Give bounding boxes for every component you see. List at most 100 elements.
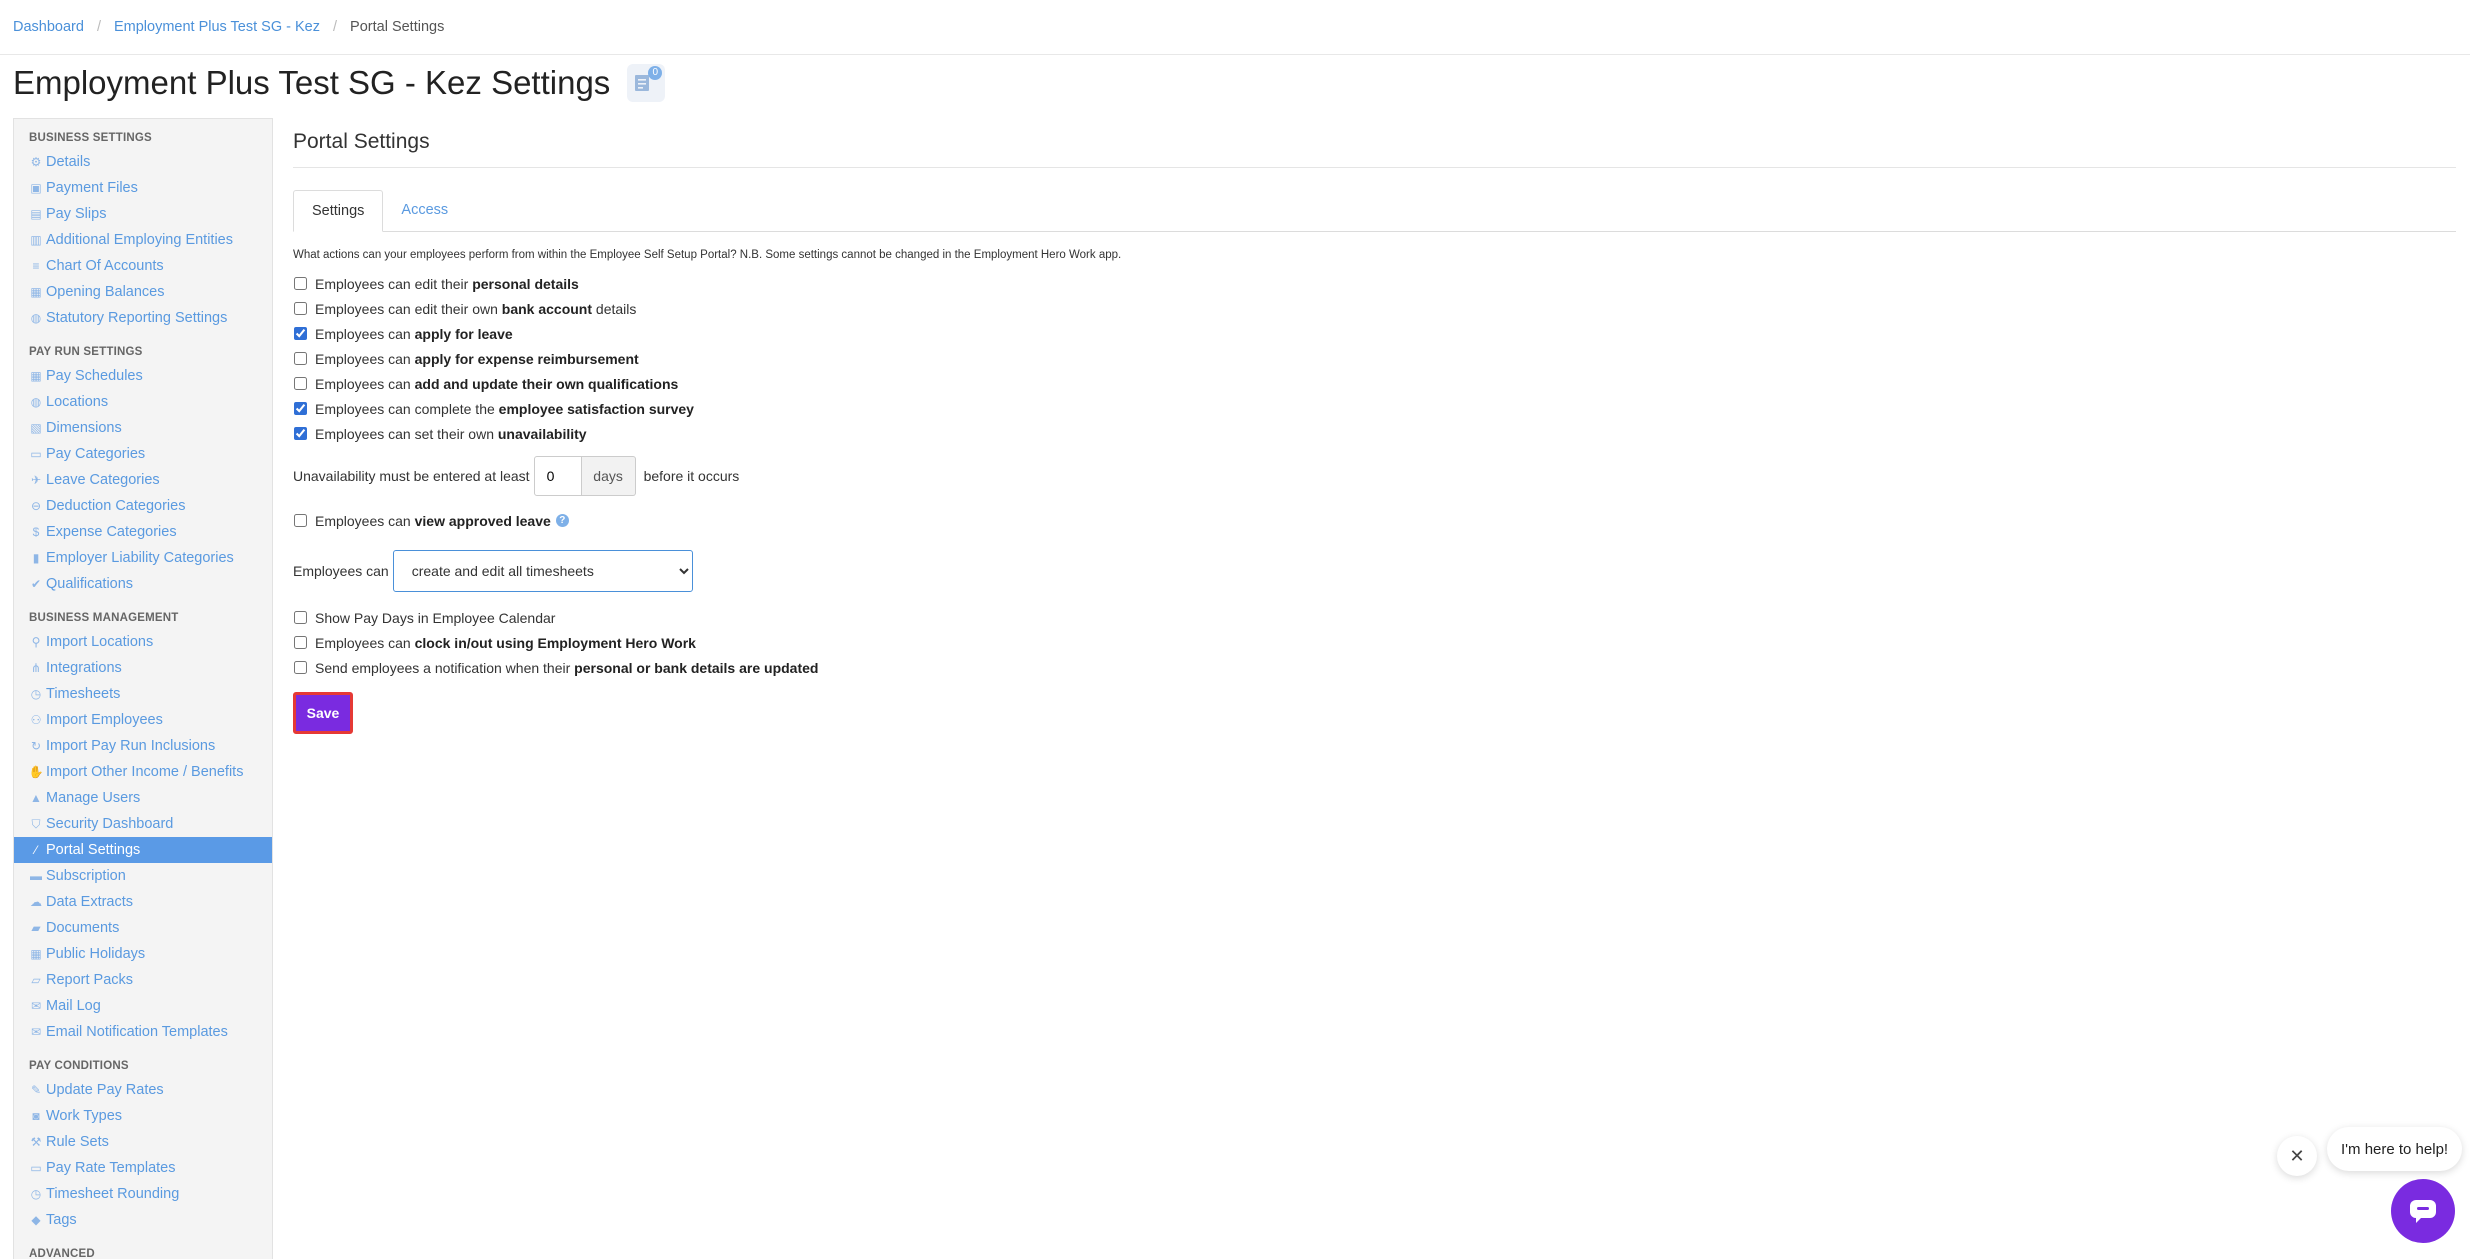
close-icon[interactable]: ✕ xyxy=(2277,1136,2317,1176)
sidebar-item-label: Timesheet Rounding xyxy=(46,1186,180,1202)
sidebar-item-portal-settings[interactable]: ⁄ Portal Settings xyxy=(14,837,272,863)
setting-checkbox[interactable] xyxy=(294,611,307,624)
sidebar-section-title: BUSINESS SETTINGS xyxy=(29,132,152,144)
save-button[interactable]: Save xyxy=(293,692,353,734)
sidebar-item-payment-files[interactable]: ▣ Payment Files xyxy=(14,175,272,201)
help-icon[interactable]: ? xyxy=(555,514,569,527)
sidebar-item-dimensions[interactable]: ▧ Dimensions xyxy=(14,415,272,441)
sidebar-item-email-notification-templates[interactable]: ✉ Email Notification Templates xyxy=(14,1019,272,1045)
setting-checkbox[interactable] xyxy=(294,377,307,390)
sidebar-item-report-packs[interactable]: ▱ Report Packs xyxy=(14,967,272,993)
sidebar-item-data-extracts[interactable]: ☁ Data Extracts xyxy=(14,889,272,915)
sidebar-item-chart-of-accounts[interactable]: ≡ Chart Of Accounts xyxy=(14,253,272,279)
sidebar-item-import-other-income-benefits[interactable]: ✋ Import Other Income / Benefits xyxy=(14,759,272,785)
sidebar-item-locations[interactable]: ◍ Locations xyxy=(14,389,272,415)
chat-message[interactable]: I'm here to help! xyxy=(2327,1127,2463,1171)
sidebar-item-label: Payment Files xyxy=(46,180,138,196)
sidebar-item-label: Work Types xyxy=(46,1108,123,1124)
tab-access[interactable]: Access xyxy=(383,189,466,231)
sidebar-item-additional-employing-entities[interactable]: ▥ Additional Employing Entities xyxy=(14,227,272,253)
gear-icon: ⚙ xyxy=(30,155,42,169)
sidebar-item-documents[interactable]: ▰ Documents xyxy=(14,915,272,941)
sidebar-item-mail-log[interactable]: ✉ Mail Log xyxy=(14,993,272,1019)
setting-row: Employees can add and update their own q… xyxy=(293,371,2456,396)
sidebar-item-statutory-reporting-settings[interactable]: ◍ Statutory Reporting Settings xyxy=(14,305,272,331)
sidebar-item-leave-categories[interactable]: ✈ Leave Categories xyxy=(14,467,272,493)
minus-circle-icon: ⊖ xyxy=(30,499,42,513)
sidebar-item-subscription[interactable]: ▬ Subscription xyxy=(14,863,272,889)
sidebar-item-label: Qualifications xyxy=(46,576,134,592)
refresh-icon: ↻ xyxy=(30,739,42,753)
sidebar-item-label: Import Employees xyxy=(46,712,163,728)
sidebar-item-timesheet-rounding[interactable]: ◷ Timesheet Rounding xyxy=(14,1181,272,1207)
sidebar-item-employer-liability-categories[interactable]: ▮ Employer Liability Categories xyxy=(14,545,272,571)
setting-checkbox[interactable] xyxy=(294,427,307,440)
sidebar-item-pay-categories[interactable]: ▭ Pay Categories xyxy=(14,441,272,467)
sidebar-item-integrations[interactable]: ⋔ Integrations xyxy=(14,655,272,681)
globe-icon: ◍ xyxy=(30,395,42,409)
sidebar-item-label: Employer Liability Categories xyxy=(46,550,234,566)
sidebar-item-security-dashboard[interactable]: ⛉ Security Dashboard xyxy=(14,811,272,837)
breadcrumb-business[interactable]: Employment Plus Test SG - Kez xyxy=(114,19,320,35)
sidebar-item-expense-categories[interactable]: $ Expense Categories xyxy=(14,519,272,545)
pin-icon: ⚲ xyxy=(31,635,41,649)
setting-checkbox[interactable] xyxy=(294,661,307,674)
sidebar-item-label: Additional Employing Entities xyxy=(46,232,233,248)
timesheet-permission-select[interactable]: create and edit all timesheets xyxy=(392,550,693,592)
lock-icon: ▲ xyxy=(30,791,42,805)
setting-label: Show Pay Days in Employee Calendar xyxy=(315,609,556,626)
unavailability-days-input[interactable] xyxy=(533,456,582,496)
sidebar-item-rule-sets[interactable]: ⚒ Rule Sets xyxy=(14,1129,272,1155)
sidebar-item-update-pay-rates[interactable]: ✎ Update Pay Rates xyxy=(14,1077,272,1103)
tab-settings[interactable]: Settings xyxy=(293,190,384,232)
sidebar-item-label: Manage Users xyxy=(46,790,141,806)
people-icon: ⚇ xyxy=(30,713,42,727)
sidebar-item-label: Leave Categories xyxy=(46,472,160,488)
setting-row: Employees can edit their personal detail… xyxy=(293,271,2456,296)
sidebar-item-qualifications[interactable]: ✔ Qualifications xyxy=(14,571,272,597)
sidebar-item-label: Opening Balances xyxy=(46,284,165,300)
sidebar-section-title: ADVANCED xyxy=(29,1248,95,1259)
sidebar-item-opening-balances[interactable]: ▦ Opening Balances xyxy=(14,279,272,305)
dollar-icon: $ xyxy=(32,525,40,539)
money-icon: ▭ xyxy=(30,447,42,461)
setting-label: Employees can add and update their own q… xyxy=(315,375,679,392)
sidebar-item-deduction-categories[interactable]: ⊖ Deduction Categories xyxy=(14,493,272,519)
sidebar-item-tags[interactable]: ◆ Tags xyxy=(14,1207,272,1233)
notes-icon[interactable]: 0 xyxy=(627,64,666,102)
setting-row: Show Pay Days in Employee Calendar xyxy=(293,605,2456,630)
sidebar-item-label: Report Packs xyxy=(46,972,134,988)
sidebar-item-pay-slips[interactable]: ▤ Pay Slips xyxy=(14,201,272,227)
employees-can-row: Employees can create and edit all timesh… xyxy=(293,549,2456,593)
setting-checkbox[interactable] xyxy=(294,327,307,340)
check-icon: ✔ xyxy=(30,577,42,591)
setting-checkbox[interactable] xyxy=(294,352,307,365)
sidebar-item-label: Integrations xyxy=(46,660,122,676)
sidebar-item-details[interactable]: ⚙ Details xyxy=(14,149,272,175)
setting-checkbox[interactable] xyxy=(294,302,307,315)
sidebar-item-work-types[interactable]: ◙ Work Types xyxy=(14,1103,272,1129)
breadcrumb-dashboard[interactable]: Dashboard xyxy=(13,19,84,35)
unavailability-label-before: Unavailability must be entered at least xyxy=(293,468,530,484)
setting-checkbox[interactable] xyxy=(294,277,307,290)
sidebar-item-public-holidays[interactable]: ▦ Public Holidays xyxy=(14,941,272,967)
view-approved-leave-checkbox[interactable] xyxy=(294,514,307,527)
sidebar-item-timesheets[interactable]: ◷ Timesheets xyxy=(14,681,272,707)
breadcrumb: Dashboard / Employment Plus Test SG - Ke… xyxy=(0,0,2470,55)
sidebar-item-label: Dimensions xyxy=(46,420,122,436)
sidebar-item-manage-users[interactable]: ▲ Manage Users xyxy=(14,785,272,811)
sidebar-item-pay-schedules[interactable]: ▦ Pay Schedules xyxy=(14,363,272,389)
setting-row: Employees can apply for expense reimburs… xyxy=(293,346,2456,371)
chat-launcher-button[interactable] xyxy=(2391,1179,2455,1243)
sidebar-item-label: Update Pay Rates xyxy=(46,1082,164,1098)
page-title: Employment Plus Test SG - Kez Settings xyxy=(13,64,611,101)
setting-checkbox[interactable] xyxy=(294,402,307,415)
sidebar-item-label: Data Extracts xyxy=(46,894,134,910)
sidebar-item-import-pay-run-inclusions[interactable]: ↻ Import Pay Run Inclusions xyxy=(14,733,272,759)
setting-checkbox[interactable] xyxy=(294,636,307,649)
sidebar-item-import-employees[interactable]: ⚇ Import Employees xyxy=(14,707,272,733)
sidebar-item-import-locations[interactable]: ⚲ Import Locations xyxy=(14,629,272,655)
sidebar-item-pay-rate-templates[interactable]: ▭ Pay Rate Templates xyxy=(14,1155,272,1181)
sidebar-item-label: Mail Log xyxy=(46,998,101,1014)
clock-icon: ◷ xyxy=(30,687,42,701)
